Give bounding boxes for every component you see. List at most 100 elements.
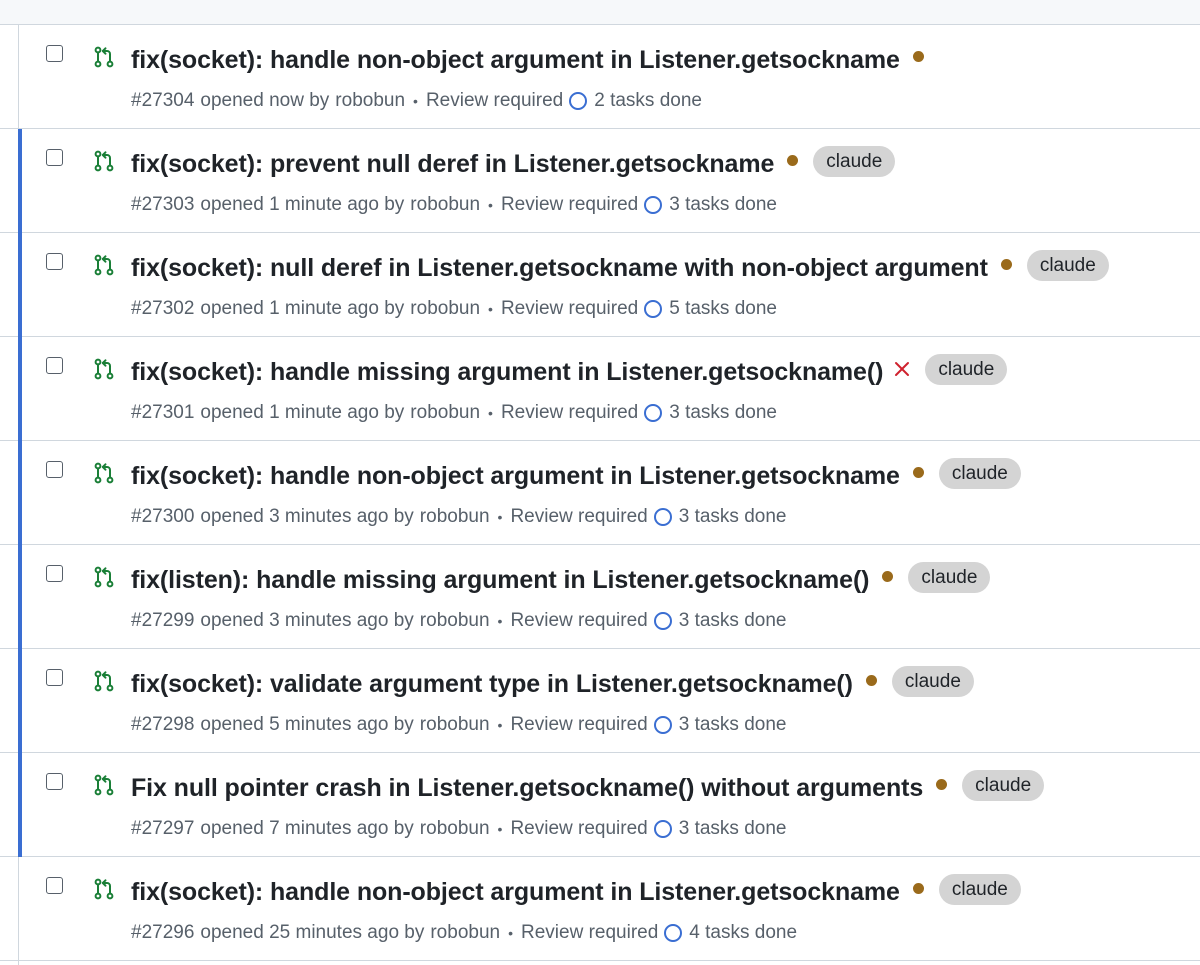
pending-status-dot-icon[interactable]	[882, 570, 894, 582]
pull-request-number: #27296	[131, 922, 195, 943]
tasks-done-text[interactable]: 3 tasks done	[679, 506, 787, 528]
label-claude[interactable]: claude	[813, 145, 896, 177]
pull-request-title-link[interactable]: Fix null pointer crash in Listener.getso…	[131, 774, 923, 803]
opened-time[interactable]: opened 7 minutes ago by	[200, 818, 413, 840]
failed-status-x-icon[interactable]	[893, 360, 911, 378]
select-checkbox[interactable]	[46, 149, 63, 166]
pull-request-title-line: fix(socket): handle non-object argument …	[131, 457, 1021, 493]
git-pull-request-icon	[94, 670, 114, 692]
pending-status-dot-icon[interactable]	[865, 674, 877, 686]
select-checkbox[interactable]	[46, 565, 63, 582]
label-claude[interactable]: claude	[938, 457, 1021, 489]
pull-request-row[interactable]: fix(socket): handle non-object argument …	[0, 25, 1200, 129]
tasks-done-text[interactable]: 3 tasks done	[669, 194, 777, 216]
pull-request-meta: #27299 opened 3 minutes ago by robobun •…	[131, 609, 786, 633]
task-progress-circle-icon	[644, 300, 663, 318]
author-link[interactable]: robobun	[335, 90, 405, 112]
pull-request-title-link[interactable]: fix(socket): validate argument type in L…	[131, 670, 853, 699]
unread-indicator	[18, 129, 22, 233]
author-link[interactable]: robobun	[410, 298, 480, 320]
label-claude[interactable]: claude	[908, 561, 991, 593]
pull-request-title-link[interactable]: fix(listen): handle missing argument in …	[131, 566, 870, 595]
opened-time[interactable]: opened 5 minutes ago by	[200, 714, 413, 736]
review-status-link[interactable]: Review required	[510, 506, 647, 528]
git-pull-request-icon	[94, 46, 114, 68]
pull-request-title-line: Fix null pointer crash in Listener.getso…	[131, 769, 1045, 805]
opened-time[interactable]: opened 1 minute ago by	[200, 194, 404, 216]
author-link[interactable]: robobun	[420, 610, 490, 632]
review-status-link[interactable]: Review required	[510, 610, 647, 632]
tasks-done-text[interactable]: 4 tasks done	[689, 922, 797, 944]
pull-request-row[interactable]: Fix null pointer crash in Listener.getso…	[0, 753, 1200, 857]
pull-request-meta: #27302 opened 1 minute ago by robobun • …	[131, 297, 777, 321]
pull-request-title-link[interactable]: fix(socket): null deref in Listener.gets…	[131, 254, 988, 283]
opened-time[interactable]: opened 1 minute ago by	[200, 298, 404, 320]
pull-request-row[interactable]: fix(socket): handle non-object argument …	[0, 857, 1200, 961]
review-status-link[interactable]: Review required	[501, 194, 638, 216]
pull-request-list-page: fix(socket): handle non-object argument …	[0, 0, 1200, 965]
author-link[interactable]: robobun	[410, 194, 480, 216]
pull-request-row[interactable]: fix(socket): null deref in Listener.gets…	[0, 233, 1200, 337]
select-checkbox[interactable]	[46, 253, 63, 270]
meta-separator: •	[497, 717, 503, 733]
author-link[interactable]: robobun	[430, 922, 500, 944]
pull-request-row[interactable]: fix(socket): handle missing argument in …	[0, 337, 1200, 441]
select-checkbox[interactable]	[46, 461, 63, 478]
pull-request-title-link[interactable]: fix(socket): handle missing argument in …	[131, 358, 883, 387]
review-status-link[interactable]: Review required	[426, 90, 563, 112]
pull-request-title-line: fix(socket): handle missing argument in …	[131, 353, 1008, 389]
git-pull-request-icon	[94, 358, 114, 380]
pull-request-meta: #27303 opened 1 minute ago by robobun • …	[131, 193, 777, 217]
pull-request-number: #27302	[131, 298, 195, 319]
tasks-done-text[interactable]: 3 tasks done	[679, 610, 787, 632]
pull-request-title-link[interactable]: fix(socket): prevent null deref in Liste…	[131, 150, 774, 179]
pull-request-list: fix(socket): handle non-object argument …	[0, 25, 1200, 961]
review-status-link[interactable]: Review required	[510, 714, 647, 736]
review-status-link[interactable]: Review required	[501, 402, 638, 424]
opened-time[interactable]: opened 3 minutes ago by	[200, 506, 413, 528]
pull-request-row[interactable]: fix(socket): prevent null deref in Liste…	[0, 129, 1200, 233]
opened-time[interactable]: opened now by	[200, 90, 329, 112]
pull-request-title-link[interactable]: fix(socket): handle non-object argument …	[131, 46, 900, 75]
select-checkbox[interactable]	[46, 357, 63, 374]
author-link[interactable]: robobun	[420, 714, 490, 736]
pull-request-title-link[interactable]: fix(socket): handle non-object argument …	[131, 878, 900, 907]
author-link[interactable]: robobun	[410, 402, 480, 424]
pending-status-dot-icon[interactable]	[1000, 258, 1012, 270]
pull-request-number: #27304	[131, 90, 195, 111]
pull-request-row[interactable]: fix(listen): handle missing argument in …	[0, 545, 1200, 649]
select-checkbox[interactable]	[46, 877, 63, 894]
label-claude[interactable]: claude	[962, 769, 1045, 801]
review-status-link[interactable]: Review required	[501, 298, 638, 320]
select-checkbox[interactable]	[46, 773, 63, 790]
opened-time[interactable]: opened 1 minute ago by	[200, 402, 404, 424]
review-status-link[interactable]: Review required	[521, 922, 658, 944]
pull-request-row[interactable]: fix(socket): handle non-object argument …	[0, 441, 1200, 545]
pending-status-dot-icon[interactable]	[912, 882, 924, 894]
label-claude[interactable]: claude	[938, 873, 1021, 905]
review-status-link[interactable]: Review required	[510, 818, 647, 840]
pull-request-number: #27299	[131, 610, 195, 631]
tasks-done-text[interactable]: 3 tasks done	[679, 818, 787, 840]
select-checkbox[interactable]	[46, 45, 63, 62]
author-link[interactable]: robobun	[420, 506, 490, 528]
label-claude[interactable]: claude	[925, 353, 1008, 385]
pending-status-dot-icon[interactable]	[912, 50, 924, 62]
pull-request-title-line: fix(socket): handle non-object argument …	[131, 43, 927, 77]
tasks-done-text[interactable]: 3 tasks done	[669, 402, 777, 424]
tasks-done-text[interactable]: 5 tasks done	[669, 298, 777, 320]
select-checkbox[interactable]	[46, 669, 63, 686]
pending-status-dot-icon[interactable]	[787, 154, 799, 166]
opened-time[interactable]: opened 3 minutes ago by	[200, 610, 413, 632]
label-claude[interactable]: claude	[891, 665, 974, 697]
author-link[interactable]: robobun	[420, 818, 490, 840]
pull-request-row[interactable]: fix(socket): validate argument type in L…	[0, 649, 1200, 753]
git-pull-request-icon	[94, 566, 114, 588]
pull-request-title-link[interactable]: fix(socket): handle non-object argument …	[131, 462, 900, 491]
tasks-done-text[interactable]: 3 tasks done	[679, 714, 787, 736]
label-claude[interactable]: claude	[1026, 249, 1109, 281]
pending-status-dot-icon[interactable]	[936, 778, 948, 790]
pending-status-dot-icon[interactable]	[912, 466, 924, 478]
tasks-done-text[interactable]: 2 tasks done	[594, 90, 702, 112]
opened-time[interactable]: opened 25 minutes ago by	[200, 922, 424, 944]
